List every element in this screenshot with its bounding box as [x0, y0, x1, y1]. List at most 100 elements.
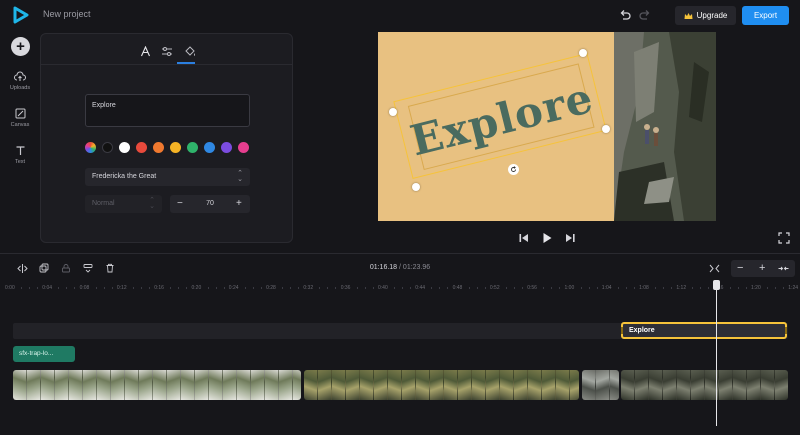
video-frame-image [614, 32, 716, 221]
play-icon[interactable] [540, 231, 554, 245]
video-thumbnail-frame [374, 370, 388, 400]
ruler-minor-tick [513, 287, 515, 289]
video-thumbnail-frame [139, 370, 153, 400]
resize-handle[interactable] [389, 108, 397, 116]
video-thumbnail-frame [318, 370, 332, 400]
color-swatch-white[interactable] [119, 142, 130, 153]
undo-icon[interactable] [618, 8, 632, 22]
ruler-tick-label: 0:20 [191, 285, 202, 291]
resize-handle[interactable] [412, 183, 420, 191]
ruler-minor-tick [745, 287, 747, 289]
clip-trim-handle-left[interactable] [621, 327, 623, 334]
delete-button[interactable] [103, 261, 117, 275]
sidebar-item-text[interactable]: Text [2, 145, 38, 165]
preview-canvas[interactable]: Explore [378, 32, 716, 221]
video-thumbnail-frame [293, 370, 301, 400]
tab-adjust[interactable] [156, 41, 178, 61]
font-weight-value: Normal [92, 200, 115, 207]
ruler-minor-tick [260, 287, 262, 289]
add-media-button[interactable]: + [11, 37, 30, 56]
tab-fill[interactable] [179, 41, 201, 61]
video-thumbnail-frame [388, 370, 402, 400]
zoom-in-button[interactable]: + [759, 262, 765, 274]
resize-handle[interactable] [602, 125, 610, 133]
fit-timeline-icon[interactable] [778, 264, 789, 273]
ruler-minor-tick [559, 287, 561, 289]
resize-handle[interactable] [579, 49, 587, 57]
ruler-minor-tick [402, 287, 403, 289]
ruler-tick-label: 0:04 [42, 285, 53, 291]
video-thumbnail-frame [649, 370, 663, 400]
increase-size-button[interactable]: + [236, 198, 242, 209]
skip-back-icon[interactable] [517, 231, 531, 245]
video-clip-2[interactable] [304, 370, 579, 400]
video-clip-3[interactable] [582, 370, 619, 400]
ruler-tick-label: 1:00 [564, 285, 575, 291]
color-swatch-black[interactable] [102, 142, 113, 153]
duplicate-button[interactable] [37, 261, 51, 275]
video-thumbnail-frame [472, 370, 486, 400]
color-swatch-blue[interactable] [204, 142, 215, 153]
playhead[interactable] [716, 282, 717, 426]
video-thumbnail-frame [181, 370, 195, 400]
color-swatch-yellow[interactable] [170, 142, 181, 153]
ruler-tick-label: 0:00 [5, 285, 15, 291]
redo-icon[interactable] [638, 8, 652, 22]
layer-button[interactable] [81, 261, 95, 275]
ruler-minor-tick [708, 287, 710, 289]
ruler-tick-label: 0:28 [266, 285, 276, 291]
text-content-input[interactable]: Explore [85, 94, 250, 127]
color-picker-rainbow[interactable] [85, 142, 96, 153]
canvas-icon [15, 108, 25, 119]
ruler-minor-tick [625, 287, 627, 289]
clip-trim-handle-right[interactable] [785, 327, 787, 334]
video-thumbnail-frame [111, 370, 125, 400]
video-thumbnail-frame [430, 370, 444, 400]
export-button[interactable]: Export [742, 6, 789, 25]
skip-forward-icon[interactable] [563, 231, 577, 245]
video-thumbnail-frame [153, 370, 167, 400]
split-icon [16, 263, 28, 273]
lock-button[interactable] [59, 261, 73, 275]
audio-clip[interactable]: sfx-trap-lo... [13, 346, 75, 362]
video-thumbnail-frame [125, 370, 139, 400]
snap-toggle-button[interactable] [707, 261, 721, 275]
video-clip-4[interactable] [621, 370, 788, 400]
color-swatch-pink[interactable] [238, 142, 249, 153]
text-clip[interactable]: Explore [621, 322, 787, 339]
duplicate-icon [39, 263, 49, 273]
color-swatch-purple[interactable] [221, 142, 232, 153]
video-thumbnail-frame [195, 370, 209, 400]
color-swatch-green[interactable] [187, 142, 198, 153]
font-size-stepper[interactable]: − 70 + [170, 195, 250, 213]
project-name[interactable]: New project [43, 9, 91, 19]
playhead-handle[interactable] [713, 280, 720, 290]
ruler-minor-tick [186, 287, 188, 289]
sidebar-item-label: Canvas [10, 122, 30, 128]
ruler-minor-tick [244, 287, 246, 289]
tab-text-style[interactable] [134, 41, 156, 61]
rotate-handle[interactable] [508, 164, 519, 175]
color-swatch-red[interactable] [136, 142, 147, 153]
font-family-select[interactable]: Fredericka the Great ⌃ ⌄ [85, 168, 250, 186]
ruler-minor-tick [543, 287, 545, 289]
ruler-minor-tick [103, 287, 105, 289]
ruler-minor-tick [663, 287, 665, 289]
ruler-minor-tick [327, 287, 329, 289]
upgrade-button[interactable]: Upgrade [675, 6, 736, 25]
video-thumbnail-frame [55, 370, 69, 400]
app-logo-icon[interactable] [12, 6, 30, 24]
timeline-ruler[interactable]: 0:00 0:04 0:08 0:12 0:16 0:20 0:24 0:28 0:32 0:36… [0, 281, 800, 293]
color-swatch-orange[interactable] [153, 142, 164, 153]
video-thumbnail-frame [486, 370, 500, 400]
font-weight-select[interactable]: Normal ⌃ ⌄ [85, 195, 162, 213]
text-icon [16, 146, 24, 155]
ruler-tick-label: 0:56 [527, 285, 537, 291]
sliders-icon [162, 46, 172, 56]
fullscreen-icon[interactable] [778, 232, 790, 244]
split-button[interactable] [15, 261, 29, 275]
zoom-out-button[interactable]: − [737, 262, 743, 274]
video-clip-1[interactable] [13, 370, 301, 400]
sidebar-item-canvas[interactable]: Canvas [2, 108, 38, 128]
sidebar-item-uploads[interactable]: Uploads [2, 71, 38, 91]
